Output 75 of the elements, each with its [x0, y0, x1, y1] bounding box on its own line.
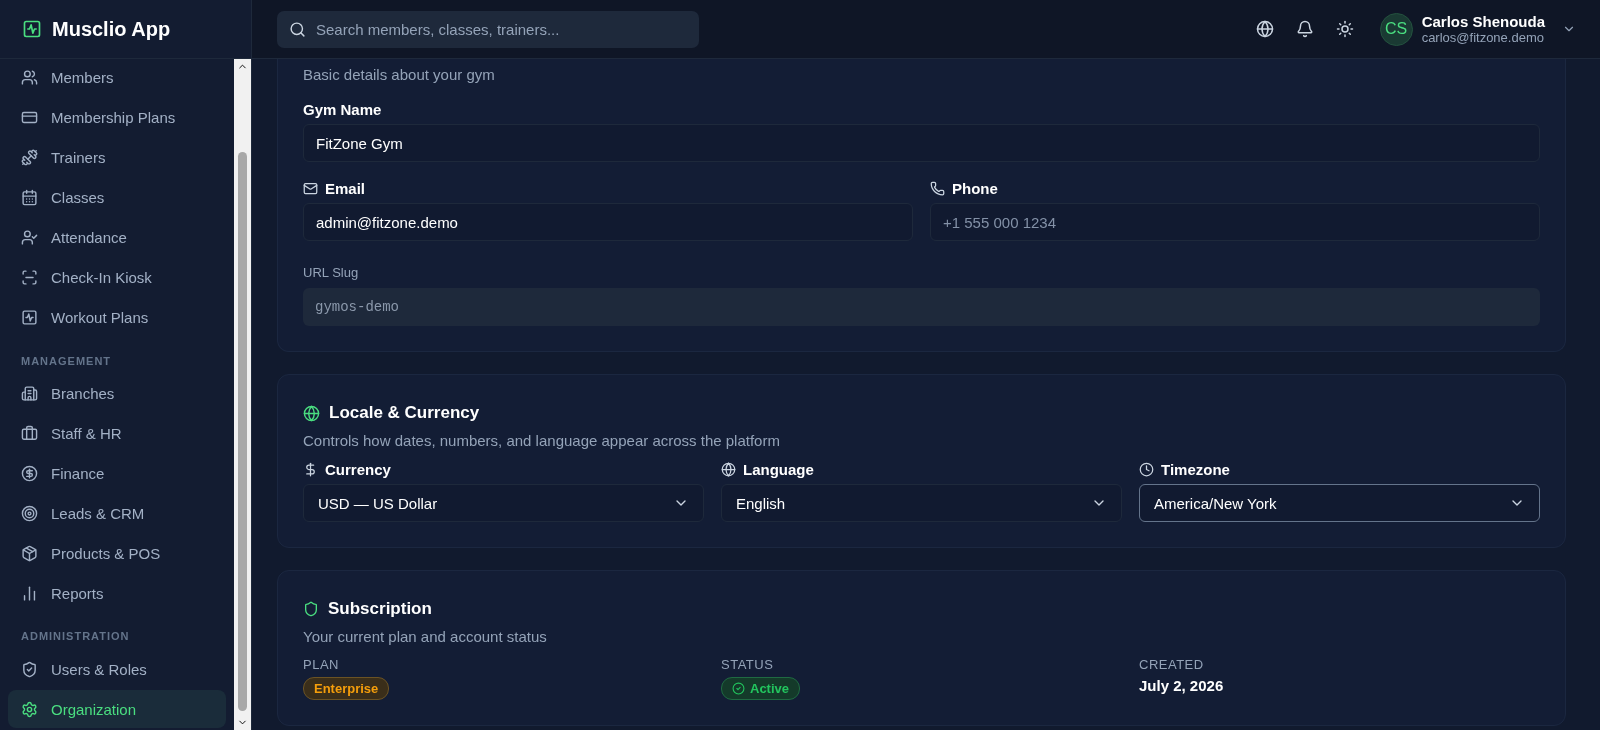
sidebar-item[interactable]: Users & Roles	[8, 650, 226, 689]
email-input[interactable]: admin@fitzone.demo	[303, 203, 913, 241]
shield-icon	[303, 601, 319, 617]
sidebar-item[interactable]: Products & POS	[8, 534, 226, 573]
pulse-square-icon	[21, 309, 38, 327]
users-icon	[21, 69, 38, 87]
gym-name-input[interactable]: FitZone Gym	[303, 124, 1540, 162]
app-name: Musclio App	[52, 17, 171, 41]
select-field[interactable]: USD — US Dollar	[303, 484, 704, 522]
label-text: Timezone	[1161, 461, 1230, 478]
box-icon	[21, 544, 38, 562]
section-title: ADMINISTRATION	[20, 629, 131, 645]
bar-chart-icon	[21, 584, 38, 602]
user-check-icon	[21, 229, 38, 247]
scan-icon	[21, 269, 38, 287]
user-name: Carlos Shenouda	[1421, 13, 1545, 30]
scrollbar[interactable]	[234, 59, 251, 730]
globe-button[interactable]	[1255, 20, 1274, 38]
phone-icon	[930, 181, 945, 196]
sidebar-item[interactable]: Reports	[8, 574, 226, 613]
card-subtitle: Controls how dates, numbers, and language appear across the platform	[303, 432, 781, 449]
section-title: MANAGEMENT	[20, 353, 113, 369]
field-label: CREATED	[1139, 657, 1205, 672]
shield-check-icon	[21, 660, 38, 678]
user-email: carlos@fitzone.demo	[1421, 30, 1545, 45]
field-label: Gym Name	[303, 101, 383, 118]
search-field[interactable]: Search members, classes, trainers...	[277, 10, 699, 48]
globe-icon	[721, 462, 736, 477]
card-title: Locale & Currency	[329, 403, 480, 423]
sidebar-item[interactable]: Membership Plans	[8, 98, 226, 137]
status-badge: Active	[721, 677, 801, 700]
notifications-button[interactable]	[1295, 20, 1314, 38]
sidebar-item[interactable]: Organization	[8, 690, 226, 729]
pulse-square-icon	[22, 19, 42, 39]
card-title: Subscription	[328, 599, 432, 619]
sidebar-item[interactable]: Attendance	[8, 218, 226, 257]
sidebar-item[interactable]: Check-In Kiosk	[8, 258, 226, 297]
sidebar-item[interactable]: Finance	[8, 454, 226, 493]
label-text: Currency	[325, 461, 391, 478]
created-date: July 2, 2026	[1139, 677, 1224, 694]
phone-input[interactable]: +1 555 000 1234	[930, 203, 1540, 241]
select-field[interactable]: America/New York	[1139, 484, 1540, 522]
dollar-icon	[303, 462, 318, 477]
card-subtitle: Your current plan and account status	[303, 628, 548, 645]
card-subtitle: Basic details about your gym	[303, 66, 496, 83]
building-icon	[21, 385, 38, 403]
label-text: Phone	[952, 180, 998, 197]
dumbbell-icon	[21, 149, 38, 167]
calendar-icon	[21, 189, 38, 207]
avatar: CS	[1379, 12, 1413, 46]
dollar-circle-icon	[21, 464, 38, 482]
sidebar-item[interactable]: Members	[8, 59, 226, 97]
globe-icon	[303, 404, 320, 422]
label-text: Email	[325, 180, 366, 197]
field-label: URL Slug	[303, 265, 360, 280]
mail-icon	[303, 181, 318, 196]
theme-button[interactable]	[1335, 20, 1354, 38]
sidebar-item[interactable]: Branches	[8, 374, 226, 413]
sidebar-item[interactable]: Workout Plans	[8, 298, 226, 337]
field-label: STATUS	[721, 657, 775, 672]
sidebar-item[interactable]: Staff & HR	[8, 414, 226, 453]
label-text: Language	[743, 461, 814, 478]
select-field[interactable]: English	[721, 484, 1122, 522]
check-circle-icon	[732, 682, 745, 695]
field-label: PLAN	[303, 657, 340, 672]
briefcase-icon	[21, 424, 38, 442]
slug-input[interactable]: gymos-demo	[303, 288, 1540, 326]
sidebar-item[interactable]: Classes	[8, 178, 226, 217]
clock-icon	[1139, 462, 1154, 477]
plan-badge: Enterprise	[303, 677, 390, 700]
sidebar-item[interactable]: Trainers	[8, 138, 226, 177]
search-icon	[289, 20, 306, 38]
target-icon	[21, 504, 38, 522]
settings-icon	[21, 700, 38, 718]
sidebar-item[interactable]: Leads & CRM	[8, 494, 226, 533]
